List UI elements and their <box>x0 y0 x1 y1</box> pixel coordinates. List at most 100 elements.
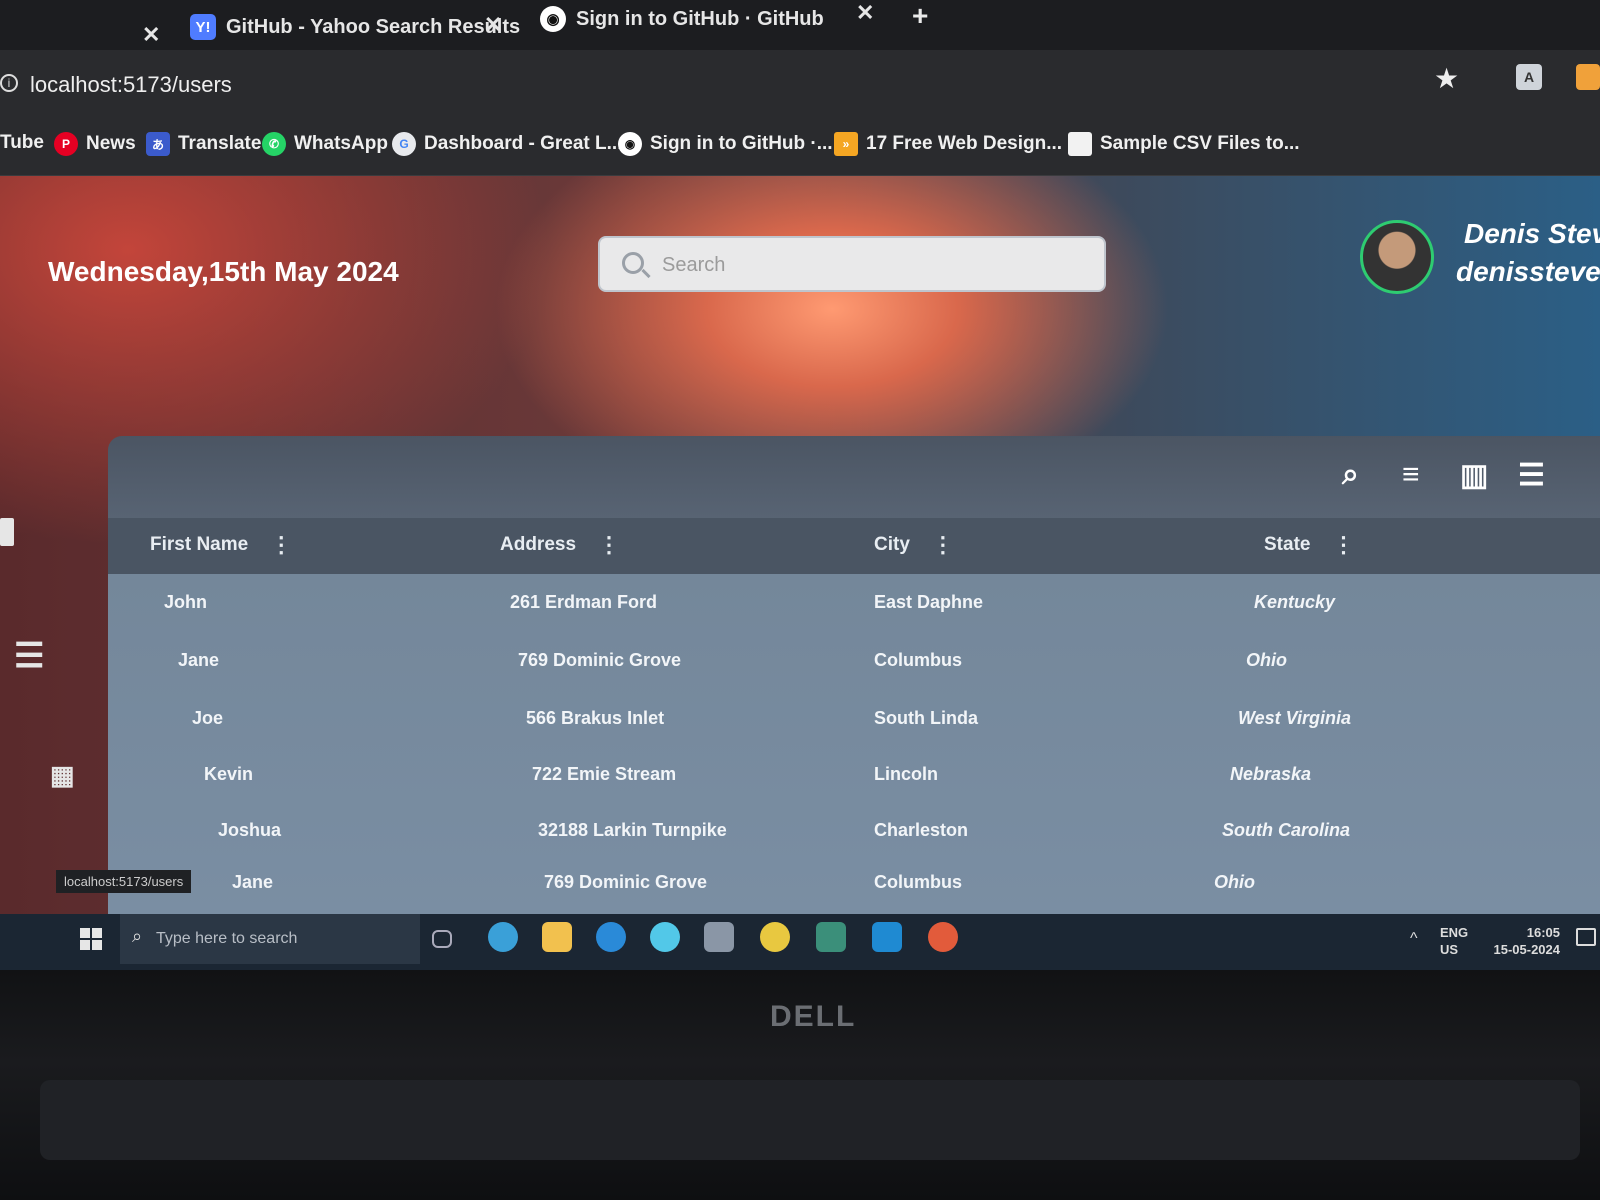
file-explorer-icon[interactable] <box>542 922 572 952</box>
language-indicator[interactable]: ENG US <box>1440 924 1468 958</box>
dashboard-icon[interactable] <box>0 518 14 546</box>
bookmark-github[interactable]: ◉ Sign in to GitHub ·... <box>618 132 833 156</box>
dell-logo: DELL <box>770 1000 857 1033</box>
design-icon: » <box>834 132 858 156</box>
column-header-city[interactable]: City ⋮ <box>874 534 954 556</box>
column-header-first-name[interactable]: First Name ⋮ <box>150 534 292 556</box>
bookmark-label: Sign in to GitHub ·... <box>650 133 833 154</box>
bookmarks-bar: Tube P News あ Translate ✆ WhatsApp G Das… <box>0 118 1600 176</box>
vscode-icon[interactable] <box>872 922 902 952</box>
link-status-url: localhost:5173/users <box>56 870 192 893</box>
windows-start-icon[interactable] <box>80 928 102 950</box>
tab-github-signin[interactable]: ◉ Sign in to GitHub · GitHub <box>540 0 824 38</box>
whatsapp-icon: ✆ <box>262 132 286 156</box>
tab-title: Sign in to GitHub · GitHub <box>576 7 824 30</box>
search-icon <box>622 252 644 274</box>
density-icon[interactable]: ☰ <box>1518 458 1545 493</box>
bookmark-web-design[interactable]: » 17 Free Web Design... <box>834 132 1062 156</box>
column-menu-icon[interactable]: ⋮ <box>932 534 954 556</box>
cell-city: East Daphne <box>874 592 984 612</box>
column-label: First Name <box>150 534 249 555</box>
column-menu-icon[interactable]: ⋮ <box>1332 534 1354 556</box>
table-row[interactable]: Jane 769 Dominic Grove Columbus Ohio <box>108 854 1600 910</box>
cell-state: Ohio <box>1246 650 1287 670</box>
system-clock[interactable]: 16:05 15-05-2024 <box>1480 924 1561 958</box>
cell-first-name: John <box>164 592 207 612</box>
table-row[interactable]: Joe 566 Brakus Inlet South Linda West Vi… <box>108 690 1600 746</box>
browser-tabstrip: ✕ Y! GitHub - Yahoo Search Results ✕ ◉ S… <box>0 0 1600 50</box>
bookmark-youtube[interactable]: Tube <box>0 132 44 154</box>
cell-state: South Carolina <box>1222 820 1351 840</box>
translate-icon: あ <box>146 132 170 156</box>
clock-time: 16:05 <box>1526 925 1560 940</box>
close-tab-icon[interactable]: ✕ <box>142 22 160 48</box>
edge-icon[interactable] <box>488 922 518 952</box>
cell-city: Columbus <box>874 872 962 892</box>
bookmark-whatsapp[interactable]: ✆ WhatsApp <box>262 132 388 156</box>
tab-yahoo-search[interactable]: Y! GitHub - Yahoo Search Results <box>190 8 520 46</box>
cell-state: Ohio <box>1214 872 1255 892</box>
url-field[interactable]: localhost:5173/users <box>30 72 232 98</box>
cell-address: 566 Brakus Inlet <box>526 708 665 728</box>
task-view-icon[interactable] <box>432 930 452 948</box>
photos-icon[interactable] <box>704 922 734 952</box>
cell-address: 261 Erdman Ford <box>510 592 658 612</box>
search-input[interactable] <box>662 250 1082 280</box>
cell-city: South Linda <box>874 708 978 728</box>
bookmark-star-icon[interactable]: ★ <box>1434 62 1459 95</box>
column-menu-icon[interactable]: ⋮ <box>598 534 620 556</box>
cell-address: 722 Emie Stream <box>532 764 677 784</box>
taskbar-search-input[interactable] <box>156 926 406 952</box>
extension-icon[interactable] <box>1576 64 1600 90</box>
columns-icon[interactable]: ▥ <box>1460 458 1488 493</box>
taskbar-search[interactable]: ⌕ <box>120 914 420 964</box>
clock-date: 15-05-2024 <box>1493 942 1561 957</box>
show-hidden-icons-icon[interactable]: ^ <box>1410 930 1418 948</box>
table-body: John 261 Erdman Ford East Daphne Kentuck… <box>108 574 1600 914</box>
internet-explorer-icon[interactable] <box>596 922 626 952</box>
new-tab-icon[interactable]: + <box>912 0 928 32</box>
column-label: State <box>1264 534 1311 555</box>
users-table-panel: ⌕ ≡ ▥ ☰ First Name ⋮ Address ⋮ City ⋮ St… <box>108 436 1600 914</box>
tab-title: GitHub - Yahoo Search Results <box>226 15 521 38</box>
search-bar[interactable] <box>598 236 1106 292</box>
calendar-icon[interactable]: ▦ <box>50 760 75 791</box>
user-handle: denissteven <box>1456 256 1600 287</box>
search-icon[interactable]: ⌕ <box>1342 458 1359 492</box>
user-name: Denis Steve <box>1464 218 1600 249</box>
bookmark-translate[interactable]: あ Translate <box>146 132 261 156</box>
task-list-icon[interactable]: ☰ <box>14 636 44 676</box>
extension-icon[interactable]: A <box>1516 64 1542 90</box>
close-tab-icon[interactable]: ✕ <box>856 0 874 26</box>
notification-icon[interactable] <box>1576 928 1596 946</box>
github-icon: ◉ <box>618 132 642 156</box>
cell-state: Kentucky <box>1254 592 1336 612</box>
language-label: ENG <box>1440 925 1469 940</box>
current-date: Wednesday,15th May 2024 <box>48 256 399 287</box>
filter-icon[interactable]: ≡ <box>1402 458 1420 492</box>
app-icon[interactable] <box>760 922 790 952</box>
table-row[interactable]: Jane 769 Dominic Grove Columbus Ohio <box>108 632 1600 688</box>
column-header-address[interactable]: Address ⋮ <box>500 534 620 556</box>
column-menu-icon[interactable]: ⋮ <box>270 534 292 556</box>
column-header-state[interactable]: State ⋮ <box>1264 534 1354 556</box>
table-row[interactable]: John 261 Erdman Ford East Daphne Kentuck… <box>108 574 1600 630</box>
bookmark-label: Tube <box>0 132 44 153</box>
laptop-bezel: DELL <box>0 970 1600 1200</box>
site-info-icon[interactable]: i <box>0 74 18 92</box>
bookmark-news[interactable]: P News <box>54 132 136 156</box>
chrome-icon[interactable] <box>928 922 958 952</box>
pinterest-icon: P <box>54 132 78 156</box>
cell-state: West Virginia <box>1238 708 1352 728</box>
yahoo-icon: Y! <box>190 14 216 40</box>
table-row[interactable]: Joshua 32188 Larkin Turnpike Charleston … <box>108 802 1600 858</box>
cell-first-name: Kevin <box>204 764 254 784</box>
table-row[interactable]: Kevin 722 Emie Stream Lincoln Nebraska <box>108 746 1600 802</box>
bookmark-sample-csv[interactable]: Sample CSV Files to... <box>1068 132 1300 156</box>
app-icon[interactable] <box>816 922 846 952</box>
close-tab-icon[interactable]: ✕ <box>484 12 502 38</box>
avatar[interactable] <box>1360 220 1434 294</box>
bookmark-dashboard[interactable]: G Dashboard - Great L... <box>392 132 622 156</box>
cell-state: Nebraska <box>1230 764 1312 784</box>
maps-icon[interactable] <box>650 922 680 952</box>
